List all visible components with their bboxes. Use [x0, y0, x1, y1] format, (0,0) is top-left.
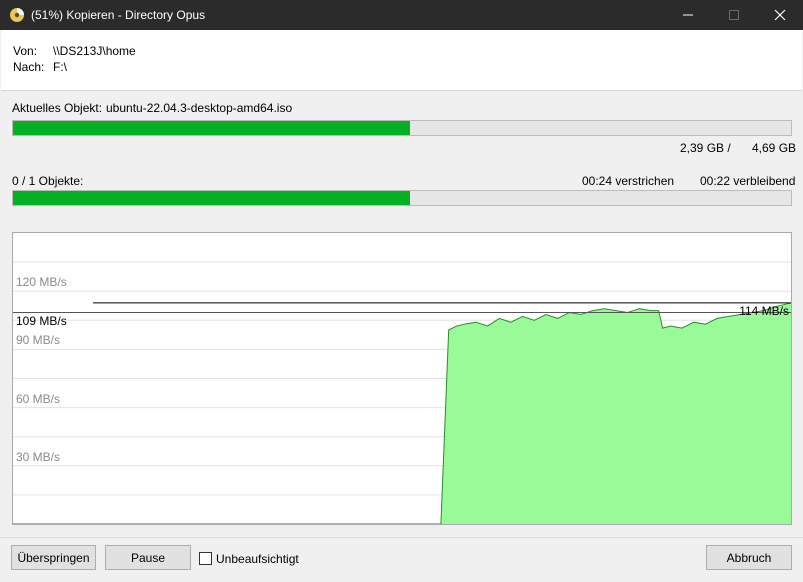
unattended-checkbox[interactable] [199, 552, 212, 565]
copied-size: 2,39 GB / [680, 141, 731, 155]
elapsed-time: 00:24 verstrichen [582, 174, 675, 188]
unattended-label[interactable]: Unbeaufsichtigt [216, 552, 299, 566]
minimize-button[interactable] [665, 0, 711, 30]
y-tick-label: 60 MB/s [16, 391, 61, 406]
maximize-button[interactable] [711, 0, 757, 30]
object-count: 0 / 1 Objekte: [12, 174, 84, 188]
close-button[interactable] [757, 0, 803, 30]
y-tick-label: 30 MB/s [16, 449, 61, 464]
speed-graph-canvas [13, 261, 791, 524]
remaining-time: 00:22 verbleibend [700, 174, 796, 188]
y-tick-label: 90 MB/s [16, 333, 61, 348]
to-label: Nach: [13, 60, 45, 74]
current-speed-label: 114 MB/s [739, 303, 789, 318]
current-object-label: Aktuelles Objekt: [12, 101, 103, 115]
minimize-icon [683, 14, 693, 16]
y-tick-label: 120 MB/s [16, 275, 67, 290]
speed-graph: 30 MB/s 60 MB/s 90 MB/s 120 MB/s 109 MB/s 114… [12, 232, 792, 525]
close-icon [774, 9, 786, 21]
file-progress-fill [13, 121, 410, 135]
overall-progress-fill [13, 191, 410, 205]
from-label: Von: [13, 44, 38, 58]
speed-area [13, 302, 791, 524]
skip-button[interactable]: Überspringen [11, 545, 96, 570]
overall-progress-bar [12, 190, 792, 206]
directory-opus-icon [9, 7, 25, 23]
total-size: 4,69 GB [752, 141, 797, 155]
path-panel: Von: \\DS213J\home Nach: F:\ [1, 30, 802, 91]
maximize-icon [729, 10, 739, 20]
cancel-button[interactable]: Abbruch [706, 545, 792, 570]
title-bar: (51%) Kopieren - Directory Opus [0, 0, 803, 30]
window-title: (51%) Kopieren - Directory Opus [31, 8, 206, 22]
average-speed-label: 109 MB/s [16, 313, 67, 328]
file-progress-bar [12, 120, 792, 136]
to-path: F:\ [53, 60, 67, 74]
from-path: \\DS213J\home [53, 44, 136, 58]
bottom-divider [0, 537, 803, 538]
current-object-name: ubuntu-22.04.3-desktop-amd64.iso [106, 101, 293, 115]
pause-button[interactable]: Pause [105, 545, 191, 570]
